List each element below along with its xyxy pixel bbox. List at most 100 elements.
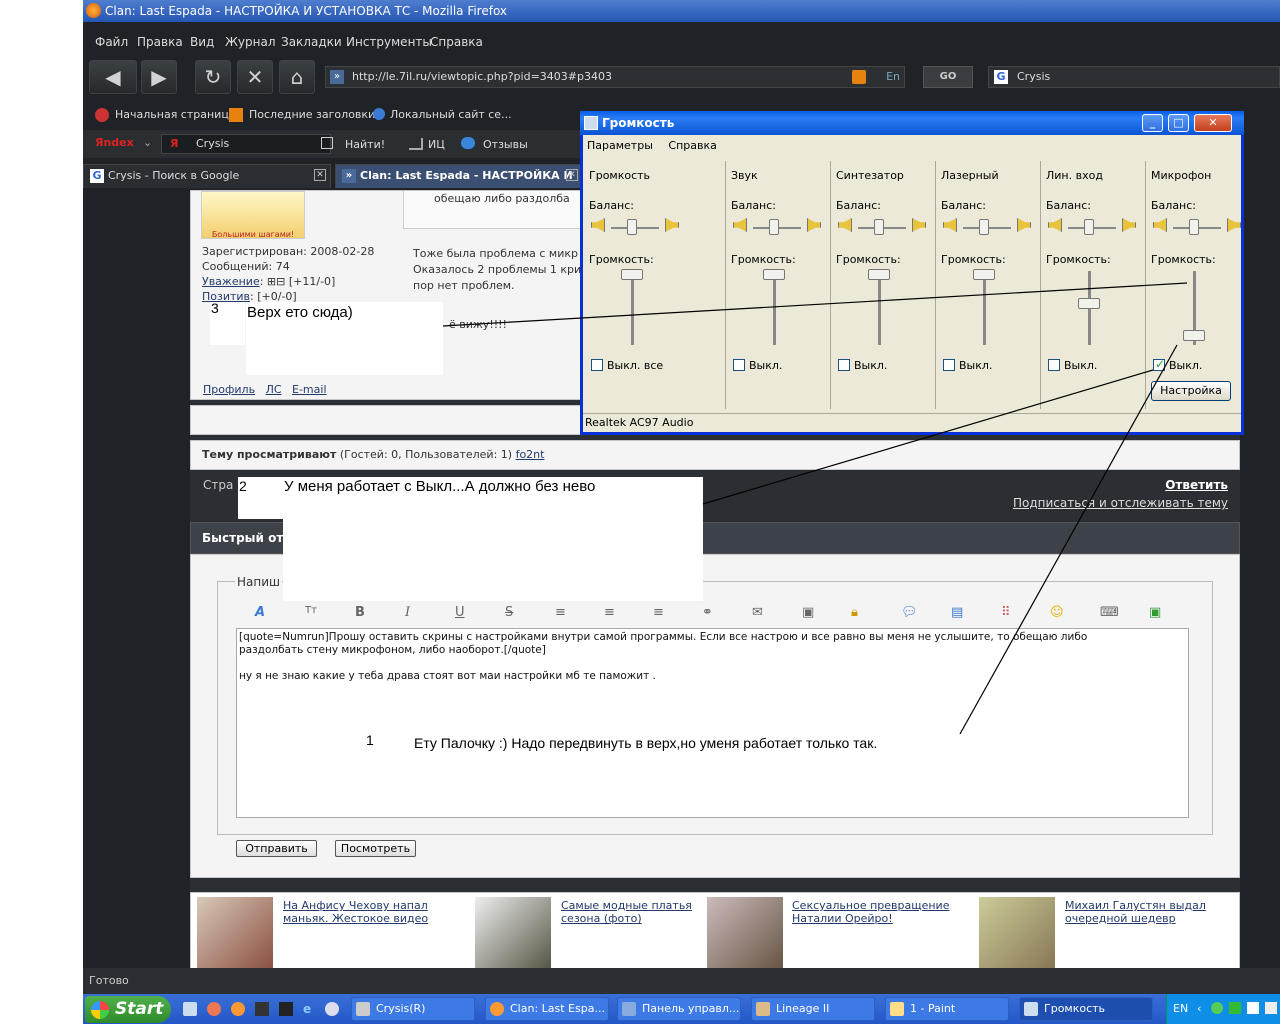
taskbar-item[interactable]: Clan: Last Espa... [485,997,609,1021]
profile-link[interactable]: Профиль [203,383,255,396]
chevron-down-icon[interactable]: ⌄ [143,136,152,149]
underline-icon[interactable]: U [455,605,465,620]
mute-checkbox[interactable] [943,359,955,371]
color-palette-icon[interactable]: ⠿ [1001,605,1011,620]
code-icon[interactable]: ▤ [951,605,963,620]
email-icon[interactable]: ✉ [752,605,763,620]
quicklaunch-icon[interactable] [325,1002,339,1016]
mute-checkbox[interactable] [1048,359,1060,371]
news-link[interactable]: Михаил Галустян выдал очередной шедевр [1065,899,1225,925]
volume-slider[interactable] [868,269,890,280]
ic-button[interactable]: ИЦ [428,138,445,151]
maximize-button[interactable]: □ [1168,114,1189,132]
strikethrough-icon[interactable]: S [505,605,513,620]
reply-textarea[interactable]: [quote=Numrun]Прошу оставить скрины с на… [236,628,1189,818]
yandex-checkbox[interactable] [321,137,333,149]
respect-link[interactable]: Уважение [202,275,260,288]
lock-icon[interactable]: 🔒︎ [851,605,858,620]
language-indicator[interactable]: EN [1173,1002,1188,1015]
volume-slider[interactable] [1183,330,1205,341]
link-icon[interactable]: ⚭ [702,605,713,620]
tray-icon[interactable] [1229,1002,1241,1014]
menu-edit[interactable]: Правка [137,35,183,49]
news-image[interactable] [979,897,1055,969]
tab-google-search[interactable]: G Crysis - Поиск в Google ✕ [83,164,331,188]
language-indicator[interactable]: En [886,67,900,87]
yandex-search-input[interactable]: Я Crysis [161,134,331,154]
menu-options[interactable]: Параметры [587,139,653,152]
quicklaunch-icon[interactable] [207,1002,221,1016]
minus-icon[interactable]: ⊟ [276,275,285,288]
taskbar-item[interactable]: Lineage II [751,997,875,1021]
news-image[interactable] [475,897,551,969]
close-button[interactable]: ✕ [1194,114,1232,132]
bookmark-local-site[interactable]: Локальный сайт се... [390,108,512,121]
balance-slider[interactable] [627,219,637,235]
reply-link[interactable]: Ответить [1165,478,1228,492]
submit-button[interactable]: Отправить [236,840,317,857]
reload-button[interactable]: ↻ [195,60,231,94]
menu-bookmarks[interactable]: Закладки [281,35,342,49]
pm-link[interactable]: ЛС [266,383,282,396]
preview-icon[interactable]: ▣ [1149,605,1161,620]
balance-slider[interactable] [979,219,989,235]
menu-view[interactable]: Вид [190,35,214,49]
align-left-icon[interactable]: ≡ [555,605,566,620]
ie-icon[interactable]: e [303,1002,317,1016]
align-center-icon[interactable]: ≡ [604,605,615,620]
mute-checkbox[interactable] [591,359,603,371]
home-button[interactable]: ⌂ [279,60,315,94]
subscribe-link[interactable]: Подписаться и отслеживать тему [1013,496,1228,510]
news-image[interactable] [197,897,273,969]
volume-slider[interactable] [973,269,995,280]
forward-button[interactable]: ▶ [141,60,177,94]
preview-button[interactable]: Посмотреть [335,840,416,857]
email-link[interactable]: E-mail [292,383,327,396]
settings-button[interactable]: Настройка [1151,381,1231,401]
quicklaunch-icon[interactable] [255,1002,269,1016]
plus-icon[interactable]: ⊞ [267,275,276,288]
viewer-user-link[interactable]: fo2nt [516,448,545,461]
back-button[interactable]: ◀ [89,60,137,94]
taskbar-item-active[interactable]: Громкость [1019,997,1153,1021]
menu-tools[interactable]: Инструменты [346,35,432,49]
search-input[interactable]: G Crysis [988,66,1280,88]
balance-slider[interactable] [769,219,779,235]
go-button[interactable]: GO [923,66,973,88]
balance-slider[interactable] [1084,219,1094,235]
menu-help[interactable]: Справка [430,35,483,49]
tray-icon[interactable] [1211,1002,1223,1014]
close-tab-icon[interactable]: ✕ [314,169,326,181]
minimize-button[interactable]: _ [1142,114,1163,132]
quicklaunch-icon[interactable] [183,1002,197,1016]
mute-checkbox[interactable]: ✓ [1153,357,1165,371]
mute-checkbox[interactable] [733,359,745,371]
close-tab-icon[interactable]: ✕ [566,169,578,181]
quicklaunch-icon[interactable] [279,1002,293,1016]
yandex-logo[interactable]: Яndex [95,136,134,149]
bookmark-home[interactable]: Начальная страница [115,108,236,121]
balance-slider[interactable] [874,219,884,235]
menu-history[interactable]: Журнал [225,35,276,49]
italic-icon[interactable]: I [405,605,410,620]
news-link[interactable]: На Анфису Чехову напал маньяк. Жестокое … [283,899,443,925]
url-bar[interactable]: » http://le.7il.ru/viewtopic.php?pid=340… [325,66,905,88]
tab-clan-topic[interactable]: » Clan: Last Espada - НАСТРОЙКА И ... ✕ [335,164,583,204]
mute-checkbox[interactable] [838,359,850,371]
smiley-icon[interactable]: ☺ [1050,605,1064,620]
speaker-tray-icon[interactable] [1265,1002,1277,1014]
keyboard-icon[interactable]: ⌨ [1100,605,1119,620]
image-icon[interactable]: ▣ [802,605,814,620]
menu-help[interactable]: Справка [668,139,716,152]
tray-expand-icon[interactable]: ‹ [1197,994,1201,1024]
news-link[interactable]: Сексуальное превращение Наталии Орейро! [792,899,962,925]
firefox-icon[interactable] [231,1002,245,1016]
rss-icon[interactable] [852,70,866,84]
tray-icon[interactable] [1247,1002,1259,1014]
font-color-icon[interactable]: A [255,605,265,620]
volume-slider[interactable] [1078,298,1100,309]
bookmark-headlines[interactable]: Последние заголовки [249,108,375,121]
quote-icon[interactable]: 💬︎ [901,605,918,620]
stop-button[interactable]: ✕ [237,60,273,94]
align-right-icon[interactable]: ≡ [653,605,664,620]
